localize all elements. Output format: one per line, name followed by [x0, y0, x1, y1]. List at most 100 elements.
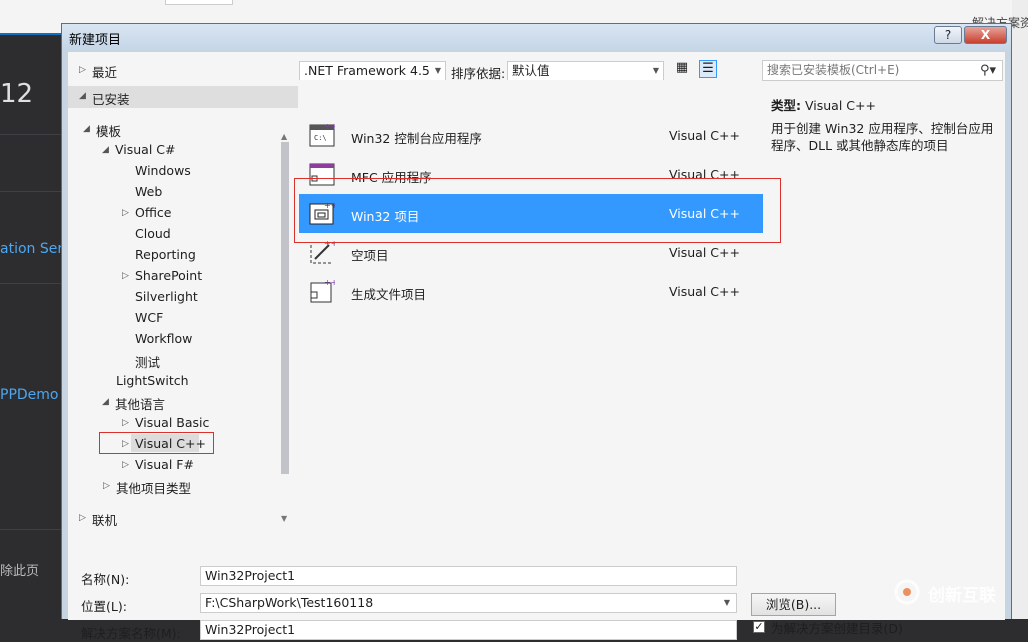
expand-arrow-icon: ▷ [103, 481, 110, 491]
ide-tab-strip [165, 0, 233, 5]
solution-name-label: 解决方案名称(M): [81, 626, 181, 641]
collapse-arrow-icon: ◢ [102, 397, 109, 407]
chevron-down-icon: ▼ [652, 66, 659, 75]
tree-item-templates[interactable]: 模板 [96, 121, 121, 140]
name-label: 名称(N): [81, 572, 130, 587]
tree-item-workflow[interactable]: Workflow [135, 331, 192, 346]
tree-scrollbar[interactable]: ▲ ▼ [279, 132, 291, 524]
close-button[interactable]: X [964, 26, 1007, 44]
solution-name-input[interactable]: Win32Project1 [200, 620, 737, 640]
start-page-link[interactable]: ation Serv [0, 241, 62, 257]
create-directory-checkbox[interactable]: ✓ [753, 621, 765, 633]
tree-item-installed[interactable]: ◢ 已安装 [68, 86, 298, 108]
template-language: Visual C++ [669, 245, 740, 260]
framework-value: .NET Framework 4.5 [304, 63, 430, 78]
template-item-win32-console[interactable]: C:\ ++ Win32 控制台应用程序 Visual C++ [299, 116, 763, 155]
chevron-down-icon: ▼ [723, 598, 730, 607]
search-icon[interactable]: ⚲▾ [980, 61, 996, 80]
location-label: 位置(L): [81, 599, 127, 614]
collapse-arrow-icon: ◢ [102, 145, 109, 155]
search-placeholder: 搜索已安装模板(Ctrl+E) [767, 63, 900, 77]
create-directory-label: 为解决方案创建目录(D) [771, 621, 903, 636]
svg-text:C:\: C:\ [314, 134, 327, 142]
tree-item-other-languages[interactable]: 其他语言 [115, 394, 165, 413]
sort-value: 默认值 [512, 63, 550, 78]
template-type: 类型: Visual C++ [771, 95, 876, 114]
template-tree: ▷ 最近 ◢ 已安装 ◢ 模板 ◢ Visual C# Windows Web … [68, 52, 298, 560]
divider [0, 529, 62, 530]
svg-text:++: ++ [324, 122, 335, 131]
svg-text:++: ++ [324, 278, 335, 287]
tree-item-visual-csharp[interactable]: Visual C# [115, 142, 176, 157]
name-input[interactable]: Win32Project1 [200, 566, 737, 586]
template-name: Win32 控制台应用程序 [351, 131, 482, 146]
location-value: F:\CSharpWork\Test160118 [205, 595, 374, 610]
location-combo[interactable]: F:\CSharpWork\Test160118 ▼ [200, 593, 737, 613]
list-view-icon[interactable]: ☰ [699, 60, 717, 78]
sort-select[interactable]: 默认值 ▼ [507, 61, 664, 81]
divider [0, 191, 62, 192]
tree-item-label: 最近 [92, 65, 118, 80]
divider [0, 283, 62, 284]
ide-start-page: 12 ation Serv PPDemo 除此页 [0, 33, 62, 619]
tree-item-label: 联机 [92, 513, 118, 528]
dialog-title: 新建项目 [69, 33, 122, 48]
tree-item-label: 已安装 [92, 92, 130, 107]
help-button[interactable]: ? [934, 26, 962, 44]
scrollbar-thumb[interactable] [281, 142, 289, 474]
tree-item-visual-fsharp[interactable]: Visual F# [135, 457, 194, 472]
tree-item-reporting[interactable]: Reporting [135, 247, 196, 262]
expand-arrow-icon: ▷ [122, 271, 129, 281]
template-language: Visual C++ [669, 128, 740, 143]
makefile-project-icon: ++ [310, 278, 335, 303]
dialog-client: ▷ 最近 ◢ 已安装 ◢ 模板 ◢ Visual C# Windows Web … [68, 52, 1005, 641]
template-description: 用于创建 Win32 应用程序、控制台应用程序、DLL 或其他静态库的项目 [771, 121, 994, 153]
close-page-option[interactable]: 除此页 [0, 560, 39, 579]
expand-arrow-icon: ▷ [122, 208, 129, 218]
expand-arrow-icon: ▷ [122, 418, 129, 428]
highlight-box [99, 432, 214, 454]
watermark-logo: 创新互联 [892, 577, 1022, 607]
new-project-dialog: 新建项目 ? X ▷ 最近 ◢ 已安装 ◢ 模板 ◢ Visual C# Win… [61, 23, 1012, 641]
tree-item-web[interactable]: Web [135, 184, 162, 199]
tree-item-visual-basic[interactable]: Visual Basic [135, 415, 209, 430]
expand-arrow-icon: ▷ [79, 65, 86, 75]
grid-view-icon[interactable]: ▦ [673, 60, 691, 78]
tree-item-wcf[interactable]: WCF [135, 310, 163, 325]
browse-button[interactable]: 浏览(B)... [751, 593, 836, 616]
template-language: Visual C++ [669, 284, 740, 299]
template-item-makefile-project[interactable]: ++ 生成文件项目 Visual C++ [299, 272, 763, 311]
vs-version-text: 12 [0, 79, 34, 109]
chevron-down-icon: ▼ [434, 66, 441, 75]
ide-right-panel [1012, 0, 1028, 619]
highlight-box [294, 178, 781, 243]
accent-line [0, 33, 62, 35]
collapse-arrow-icon: ◢ [83, 124, 90, 134]
dialog-titlebar: 新建项目 ? X [62, 24, 1011, 50]
tree-item-other-project-types[interactable]: 其他项目类型 [116, 478, 191, 497]
tree-item-recent[interactable]: ▷ 最近 [68, 60, 298, 82]
recent-project-link[interactable]: PPDemo [0, 387, 58, 403]
template-name: 空项目 [351, 248, 389, 263]
watermark-icon [894, 579, 920, 605]
scroll-up-icon[interactable]: ▲ [281, 132, 287, 141]
tree-item-cloud[interactable]: Cloud [135, 226, 171, 241]
template-name: 生成文件项目 [351, 287, 427, 302]
framework-select[interactable]: .NET Framework 4.5 ▼ [299, 61, 446, 81]
type-value: Visual C++ [804, 98, 876, 113]
tree-item-office[interactable]: Office [135, 205, 172, 220]
template-list: C:\ ++ Win32 控制台应用程序 Visual C++ MFC 应用程序… [299, 80, 763, 560]
tree-item-windows[interactable]: Windows [135, 163, 191, 178]
console-app-icon: C:\ ++ [309, 122, 335, 147]
divider [0, 134, 62, 135]
tree-item-sharepoint[interactable]: SharePoint [135, 268, 202, 283]
tree-item-online[interactable]: ▷ 联机 [68, 508, 298, 530]
tree-item-silverlight[interactable]: Silverlight [135, 289, 198, 304]
tree-item-lightswitch[interactable]: LightSwitch [116, 373, 189, 388]
watermark-text: 创新互联 [928, 586, 996, 606]
search-input[interactable]: 搜索已安装模板(Ctrl+E) ⚲▾ [762, 60, 1003, 81]
collapse-arrow-icon: ◢ [79, 91, 86, 101]
expand-arrow-icon: ▷ [122, 460, 129, 470]
expand-arrow-icon: ▷ [79, 513, 86, 523]
tree-item-test[interactable]: 测试 [135, 352, 160, 371]
